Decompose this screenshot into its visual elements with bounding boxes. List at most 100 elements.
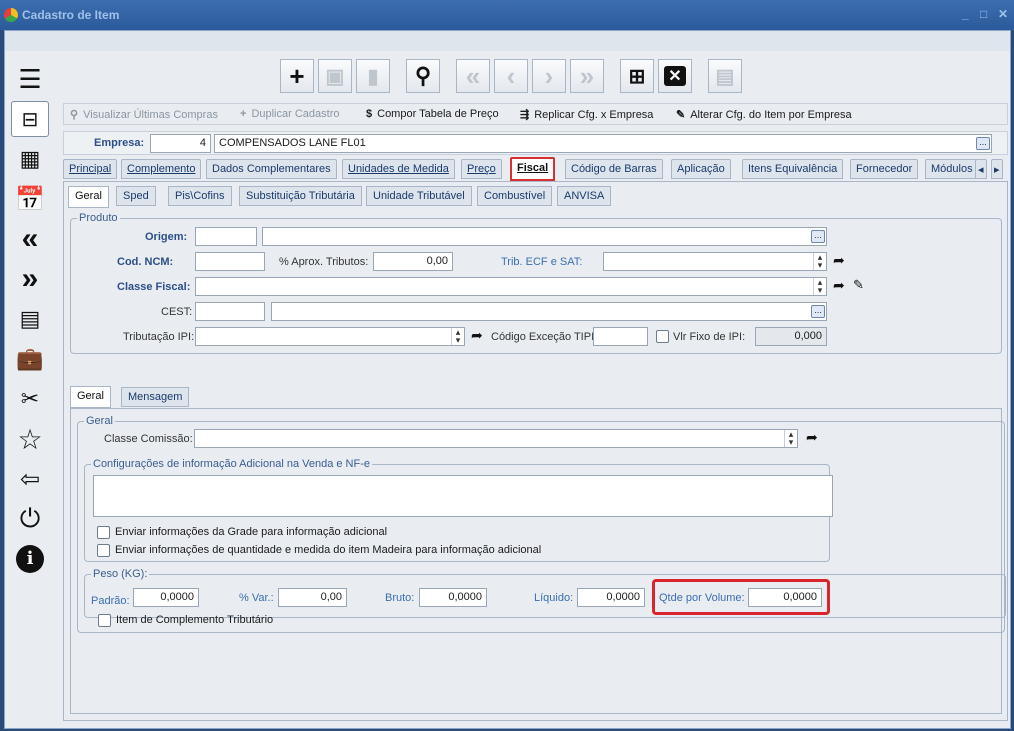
innertab-geral[interactable]: Geral xyxy=(70,386,111,408)
subtab-label: Sped xyxy=(123,190,149,202)
classe-select[interactable] xyxy=(195,277,827,296)
complemento-checkbox[interactable] xyxy=(98,614,111,627)
ipi-spinner-icon[interactable]: ▴ ▾ xyxy=(451,328,464,345)
replicate-link[interactable]: ⇶ Replicar Cfg. x Empresa xyxy=(520,108,653,121)
ipi-label: Tributação IPI: xyxy=(123,331,195,343)
logout-icon[interactable]: ⇦ xyxy=(11,461,49,497)
prev-icon[interactable]: ‹ xyxy=(494,59,528,93)
view-last-purchases-link[interactable]: ⚲ Visualizar Últimas Compras xyxy=(70,108,218,121)
tab-scroll-left-icon[interactable]: ◂ xyxy=(975,159,987,179)
produto-group: Produto Origem: ... Cod. NCM: % Aprox. T… xyxy=(70,212,1002,354)
tab-principal[interactable]: Principal xyxy=(63,159,118,179)
origem-code-field[interactable] xyxy=(195,227,257,246)
empresa-code-field[interactable]: 4 xyxy=(150,134,211,153)
cest-lookup-button[interactable]: ... xyxy=(811,305,825,318)
var-label: % Var.: xyxy=(239,592,274,604)
tab-fiscal[interactable]: Fiscal xyxy=(510,157,556,181)
compose-price-link[interactable]: $ Compor Tabela de Preço xyxy=(366,108,499,120)
edit-doc-icon[interactable]: ✎ xyxy=(853,277,864,293)
subtab-geral[interactable]: Geral xyxy=(68,186,109,208)
subtab-unidade-tributavel[interactable]: Unidade Tributável xyxy=(366,186,472,206)
ncm-field[interactable] xyxy=(195,252,265,271)
cest-code-field[interactable] xyxy=(195,302,265,321)
add-icon[interactable]: + xyxy=(280,59,314,93)
classe-spinner-icon[interactable]: ▴ ▾ xyxy=(813,278,826,295)
subtab-sped[interactable]: Sped xyxy=(116,186,156,206)
fiscal-panel: Geral Sped Pis\Cofins Substituição Tribu… xyxy=(63,181,1008,721)
goto-arrow-icon[interactable]: ➦ xyxy=(833,277,845,294)
comissao-select[interactable] xyxy=(194,429,798,448)
tab-modulos[interactable]: Módulos xyxy=(925,159,979,179)
star-icon[interactable]: ☆ xyxy=(11,421,49,457)
tab-aplicacao[interactable]: Aplicação xyxy=(671,159,731,179)
close-button[interactable]: ✕ xyxy=(998,7,1008,21)
trib-select[interactable] xyxy=(603,252,827,271)
report-icon[interactable]: ▤ xyxy=(708,59,742,93)
vlr-fixo-field[interactable]: 0,000 xyxy=(755,327,827,346)
origem-desc-field[interactable] xyxy=(262,227,827,246)
last-icon[interactable]: » xyxy=(570,59,604,93)
tab-fornecedor[interactable]: Fornecedor xyxy=(850,159,919,179)
double-left-icon[interactable]: « xyxy=(11,221,49,257)
padrao-field[interactable]: 0,0000 xyxy=(133,588,199,607)
save-icon[interactable]: ▣ xyxy=(318,59,352,93)
clear-icon[interactable]: ✕ xyxy=(658,59,692,93)
tab-preco[interactable]: Preço xyxy=(461,159,502,179)
innertab-mensagem[interactable]: Mensagem xyxy=(121,387,190,407)
goto-arrow-icon[interactable]: ➦ xyxy=(833,252,845,269)
minimize-button[interactable]: _ xyxy=(962,7,969,21)
tab-scroll-right-icon[interactable]: ▸ xyxy=(991,159,1003,179)
alter-config-link[interactable]: ✎ Alterar Cfg. do Item por Empresa xyxy=(676,108,852,121)
first-icon[interactable]: « xyxy=(456,59,490,93)
origem-lookup-button[interactable]: ... xyxy=(811,230,825,243)
main-tabs: Principal Complemento Dados Complementar… xyxy=(63,157,1008,181)
goto-arrow-icon[interactable]: ➦ xyxy=(806,429,818,446)
menu-icon[interactable]: ☰ xyxy=(11,61,49,97)
empresa-lookup-button[interactable]: ... xyxy=(976,137,990,150)
empresa-name-field[interactable]: COMPENSADOS LANE FL01 xyxy=(214,134,992,153)
config-title: Configurações de informação Adicional na… xyxy=(91,458,373,470)
action-bar: ⚲ Visualizar Últimas Compras + Duplicar Ca… xyxy=(63,103,1008,125)
liquido-field[interactable]: 0,0000 xyxy=(577,588,645,607)
double-right-icon[interactable]: » xyxy=(11,261,49,297)
grade-checkbox[interactable] xyxy=(97,526,110,539)
calendar-icon[interactable]: 📅 xyxy=(11,181,49,217)
trib-spinner-icon[interactable]: ▴ ▾ xyxy=(813,253,826,270)
grid-icon[interactable]: ⊞ xyxy=(620,59,654,93)
delete-icon[interactable]: ▮ xyxy=(356,59,390,93)
calculator-icon[interactable]: ▤ xyxy=(11,301,49,337)
duplicate-link[interactable]: + Duplicar Cadastro xyxy=(240,108,339,120)
briefcase-icon[interactable]: 💼 xyxy=(11,341,49,377)
vlr-fixo-checkbox[interactable] xyxy=(656,330,669,343)
tab-complemento[interactable]: Complemento xyxy=(121,159,202,179)
subtab-combustivel[interactable]: Combustível xyxy=(477,186,553,206)
madeira-checkbox[interactable] xyxy=(97,544,110,557)
subtab-pis-cofins[interactable]: Pis\Cofins xyxy=(168,186,232,206)
aprox-field[interactable]: 0,00 xyxy=(373,252,453,271)
tab-unidades-medida[interactable]: Unidades de Medida xyxy=(342,159,455,179)
subtab-anvisa[interactable]: ANVISA xyxy=(557,186,612,206)
excecao-field[interactable] xyxy=(593,327,648,346)
geral-title: Geral xyxy=(84,415,115,427)
innertab-label: Mensagem xyxy=(128,391,183,403)
next-icon[interactable]: › xyxy=(532,59,566,93)
info-icon[interactable]: i xyxy=(11,541,49,577)
bruto-field[interactable]: 0,0000 xyxy=(419,588,487,607)
tab-dados-complementares[interactable]: Dados Complementares xyxy=(206,159,337,179)
goto-arrow-icon[interactable]: ➦ xyxy=(471,327,483,344)
search-icon[interactable]: ⚲ xyxy=(406,59,440,93)
tab-itens-equivalencia[interactable]: Itens Equivalência xyxy=(742,159,844,179)
maximize-button[interactable]: □ xyxy=(980,7,987,21)
subtab-substituicao[interactable]: Substituição Tributária xyxy=(239,186,362,206)
power-icon[interactable]: ⏻ xyxy=(11,501,49,537)
comissao-spinner-icon[interactable]: ▴ ▾ xyxy=(784,430,797,447)
var-field[interactable]: 0,00 xyxy=(278,588,347,607)
tab-codigo-barras[interactable]: Código de Barras xyxy=(565,159,663,179)
peso-title: Peso (KG): xyxy=(91,568,150,580)
ipi-select[interactable] xyxy=(195,327,465,346)
tools-icon[interactable]: ✂ xyxy=(11,381,49,417)
building-icon[interactable]: ▦ xyxy=(11,141,49,177)
config-textarea[interactable] xyxy=(93,475,833,517)
layout-icon[interactable]: ⊟ xyxy=(11,101,49,137)
cest-desc-field[interactable] xyxy=(271,302,827,321)
